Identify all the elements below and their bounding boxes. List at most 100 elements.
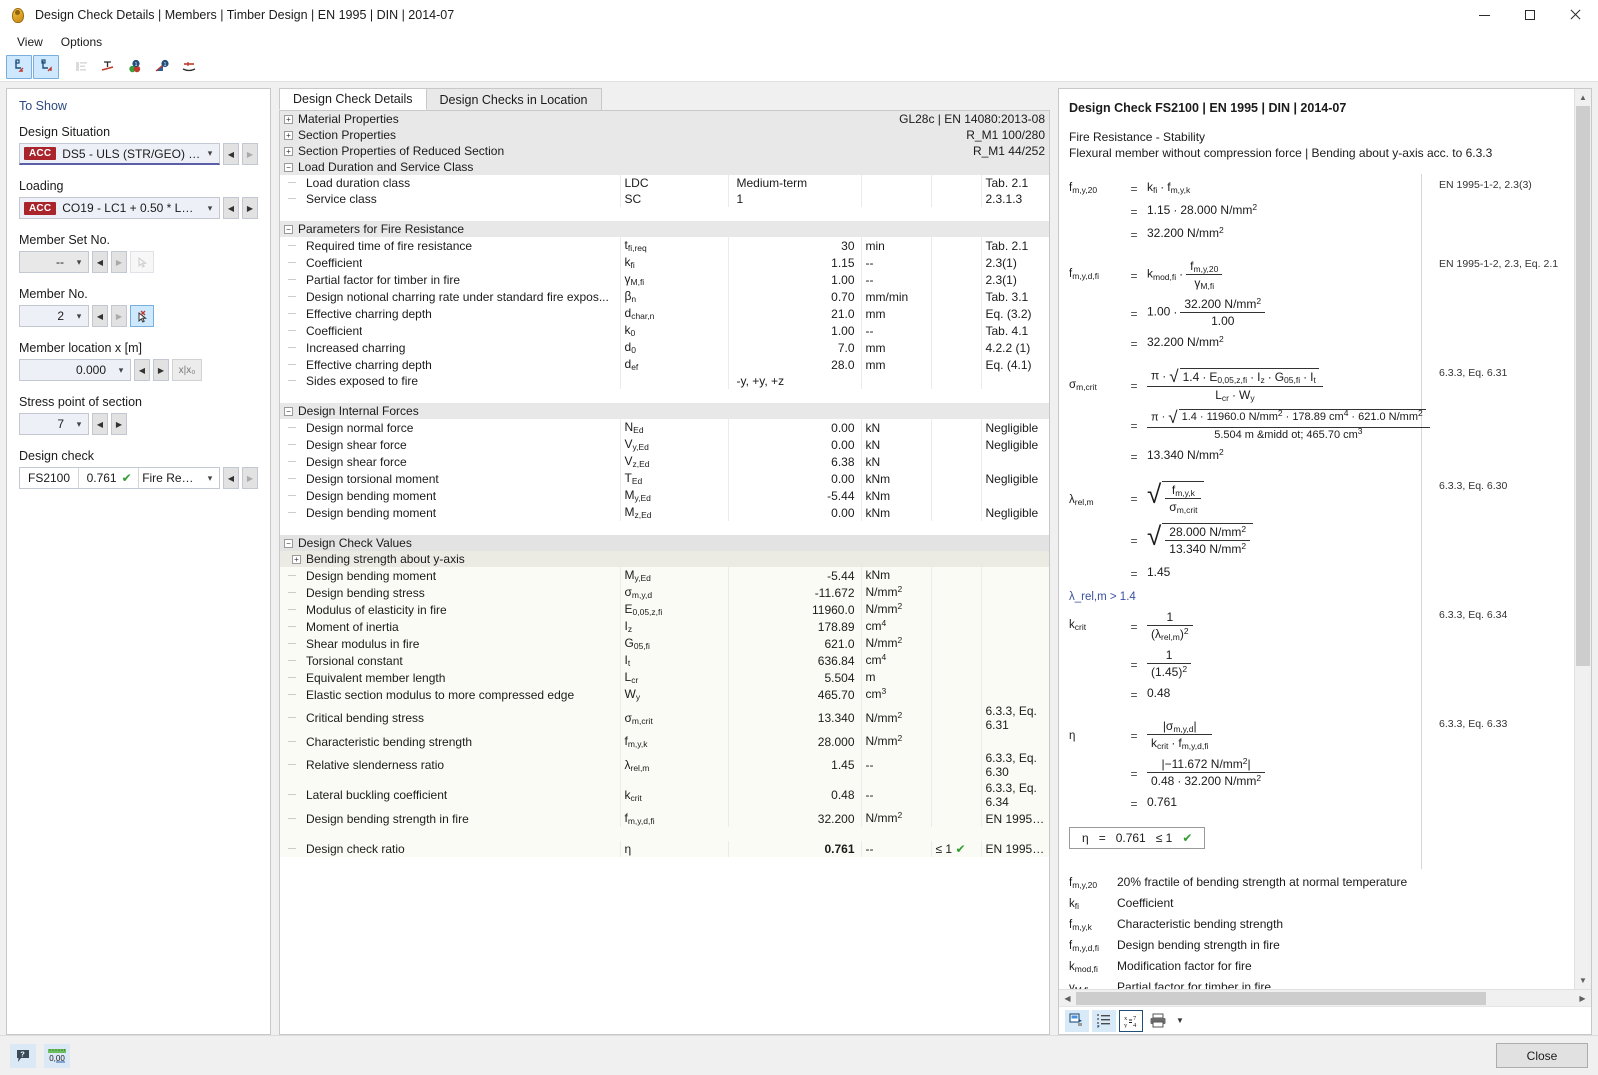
stress-point-prev-button[interactable]: ◀: [92, 413, 108, 435]
design-check-next-button[interactable]: ▶: [242, 467, 258, 489]
table-row[interactable]: ─ Moment of inertia Iz 178.89 cm4: [280, 618, 1049, 635]
horizontal-scroll-track[interactable]: [1076, 991, 1574, 1006]
close-button[interactable]: Close: [1496, 1043, 1588, 1068]
grid-group-load-duration[interactable]: − Load Duration and Service Class: [280, 159, 1049, 175]
loading-next-button[interactable]: ▶: [242, 197, 258, 219]
help-button[interactable]: ?: [10, 1043, 36, 1068]
design-check-grid[interactable]: + Material Properties GL28c | EN 14080:20…: [279, 110, 1050, 1035]
design-situation-prev-button[interactable]: ◀: [223, 143, 239, 165]
scroll-right-icon[interactable]: ▶: [1574, 994, 1591, 1003]
formula-vertical-scrollbar[interactable]: ▲ ▼: [1574, 89, 1591, 989]
grid-group-fire-resistance-params[interactable]: − Parameters for Fire Resistance: [280, 221, 1049, 237]
table-row[interactable]: ─ Effective charring depth dchar,n 21.0 m…: [280, 305, 1049, 322]
design-situation-button[interactable]: 1: [122, 55, 148, 79]
table-row[interactable]: ─ Equivalent member length Lcr 5.504 m: [280, 669, 1049, 686]
member-location-button[interactable]: [176, 55, 202, 79]
member-set-pick-button[interactable]: [130, 251, 154, 273]
table-row[interactable]: ─ Design shear force Vz,Ed 6.38 kN: [280, 453, 1049, 470]
expand-icon[interactable]: +: [292, 554, 301, 564]
stress-point-next-button[interactable]: ▶: [111, 413, 127, 435]
expand-icon[interactable]: +: [284, 146, 293, 156]
loading-prev-button[interactable]: ◀: [223, 197, 239, 219]
table-row[interactable]: ─ Service class SC 1 2.3.1.3: [280, 191, 1049, 207]
scroll-left-icon[interactable]: ◀: [1059, 994, 1076, 1003]
table-row[interactable]: ─ Design bending stress σm,y,d -11.672 N/…: [280, 584, 1049, 601]
member-no-select[interactable]: 2 ▾: [19, 305, 89, 327]
table-row[interactable]: ─ Characteristic bending strength fm,y,k …: [280, 733, 1049, 750]
export-to-printout-button[interactable]: [1065, 1009, 1089, 1032]
member-location-select[interactable]: 0.000 ▾: [19, 359, 131, 381]
collapse-icon[interactable]: −: [284, 538, 293, 548]
member-set-prev-button[interactable]: ◀: [92, 251, 108, 273]
details-list-button[interactable]: [1092, 1009, 1116, 1032]
expand-icon[interactable]: +: [284, 114, 293, 124]
design-situation-select[interactable]: ACC DS5 - ULS (STR/GEO) - Accident... ▾: [19, 143, 220, 165]
print-button[interactable]: [1146, 1010, 1170, 1032]
table-row[interactable]: ─ Increased charring d0 7.0 mm 4.2.2 (1): [280, 339, 1049, 356]
previous-detail-button[interactable]: [6, 54, 32, 79]
table-row[interactable]: ─ Design bending moment My,Ed -5.44 kNm: [280, 487, 1049, 504]
vertical-scroll-thumb[interactable]: [1576, 106, 1590, 666]
loading-button[interactable]: 1: [149, 55, 175, 79]
table-row[interactable]: ─ Shear modulus in fire G05,fi 621.0 N/mm…: [280, 635, 1049, 652]
grid-subgroup-bending-strength-y[interactable]: + Bending strength about y-axis: [280, 551, 1049, 567]
table-row[interactable]: ─ Relative slenderness ratio λrel,m 1.45 …: [280, 750, 1049, 780]
menu-options[interactable]: Options: [52, 33, 111, 51]
table-row[interactable]: ─ Design normal force NEd 0.00 kN Negligi…: [280, 419, 1049, 436]
formula-horizontal-scrollbar[interactable]: ◀ ▶: [1059, 989, 1591, 1006]
member-location-prev-button[interactable]: ◀: [134, 359, 150, 381]
table-row[interactable]: ─ Design bending moment My,Ed -5.44 kNm: [280, 567, 1049, 584]
table-row[interactable]: ─ Coefficient kfi 1.15 -- 2.3(1): [280, 254, 1049, 271]
member-no-pick-button[interactable]: [130, 305, 154, 327]
collapse-icon[interactable]: −: [284, 162, 293, 172]
scroll-down-icon[interactable]: ▼: [1575, 972, 1591, 989]
table-row[interactable]: ─ Sides exposed to fire -y, +y, +z: [280, 373, 1049, 389]
grid-group-design-check-values[interactable]: − Design Check Values: [280, 535, 1049, 551]
table-row[interactable]: ─ Elastic section modulus to more compres…: [280, 686, 1049, 703]
table-row[interactable]: ─ Design shear force Vy,Ed 0.00 kN Neglig…: [280, 436, 1049, 453]
minimize-button[interactable]: [1462, 0, 1507, 31]
grid-group-section-properties-reduced[interactable]: + Section Properties of Reduced Section R…: [280, 143, 1049, 159]
tab-design-check-details[interactable]: Design Check Details: [279, 88, 427, 110]
member-no-next-button[interactable]: ▶: [111, 305, 127, 327]
design-situation-next-button[interactable]: ▶: [242, 143, 258, 165]
table-row[interactable]: ─ Critical bending stress σm,crit 13.340 …: [280, 703, 1049, 733]
table-row[interactable]: ─ Coefficient k0 1.00 -- Tab. 4.1: [280, 322, 1049, 339]
member-no-prev-button[interactable]: ◀: [92, 305, 108, 327]
table-row[interactable]: ─ Design bending strength in fire fm,y,d,…: [280, 810, 1049, 827]
member-set-next-button[interactable]: ▶: [111, 251, 127, 273]
scroll-up-icon[interactable]: ▲: [1575, 89, 1591, 106]
maximize-button[interactable]: [1507, 0, 1552, 31]
horizontal-scroll-thumb[interactable]: [1076, 991, 1486, 1005]
table-row-design-check-ratio[interactable]: ─ Design check ratio η 0.761 -- ≤ 1 ✔ EN …: [280, 841, 1049, 857]
table-row[interactable]: ─ Effective charring depth def 28.0 mm Eq…: [280, 356, 1049, 373]
member-set-no-select[interactable]: -- ▾: [19, 251, 89, 273]
grid-group-material-properties[interactable]: + Material Properties GL28c | EN 14080:20…: [280, 111, 1049, 127]
next-detail-button[interactable]: [33, 54, 59, 79]
section-axis-button[interactable]: [95, 55, 121, 79]
print-dropdown-caret-icon[interactable]: ▼: [1173, 1010, 1187, 1032]
member-location-next-button[interactable]: ▶: [153, 359, 169, 381]
table-row[interactable]: ─ Torsional constant It 636.84 cm4: [280, 652, 1049, 669]
collapse-icon[interactable]: −: [284, 406, 293, 416]
design-check-prev-button[interactable]: ◀: [223, 467, 239, 489]
grid-group-section-properties[interactable]: + Section Properties R_M1 100/280: [280, 127, 1049, 143]
vertical-scroll-track[interactable]: [1575, 106, 1591, 972]
close-window-button[interactable]: [1552, 0, 1598, 31]
table-row[interactable]: ─ Modulus of elasticity in fire E0,05,z,f…: [280, 601, 1049, 618]
stress-point-select[interactable]: 7 ▾: [19, 413, 89, 435]
table-row[interactable]: ─ Load duration class LDC Medium-term Tab…: [280, 175, 1049, 191]
tab-design-checks-in-location[interactable]: Design Checks in Location: [425, 88, 602, 110]
expand-icon[interactable]: +: [284, 130, 293, 140]
table-row[interactable]: ─ Design notional charring rate under sta…: [280, 288, 1049, 305]
grid-group-internal-forces[interactable]: − Design Internal Forces: [280, 403, 1049, 419]
table-row[interactable]: ─ Partial factor for timber in fire γM,fi…: [280, 271, 1049, 288]
units-button[interactable]: 0,00: [44, 1043, 70, 1068]
collapse-icon[interactable]: −: [284, 224, 293, 234]
member-location-ratio-button[interactable]: x|x₀: [172, 359, 202, 381]
design-check-select[interactable]: FS2100 0.761 ✔ Fire Resistance - ... ▾: [19, 467, 220, 489]
table-row[interactable]: ─ Required time of fire resistance tfi,re…: [280, 237, 1049, 254]
menu-view[interactable]: View: [8, 33, 52, 51]
table-row[interactable]: ─ Design torsional moment TEd 0.00 kNm Ne…: [280, 470, 1049, 487]
loading-select[interactable]: ACC CO19 - LC1 + 0.50 * LC2 + 0.50 ... ▾: [19, 197, 220, 219]
